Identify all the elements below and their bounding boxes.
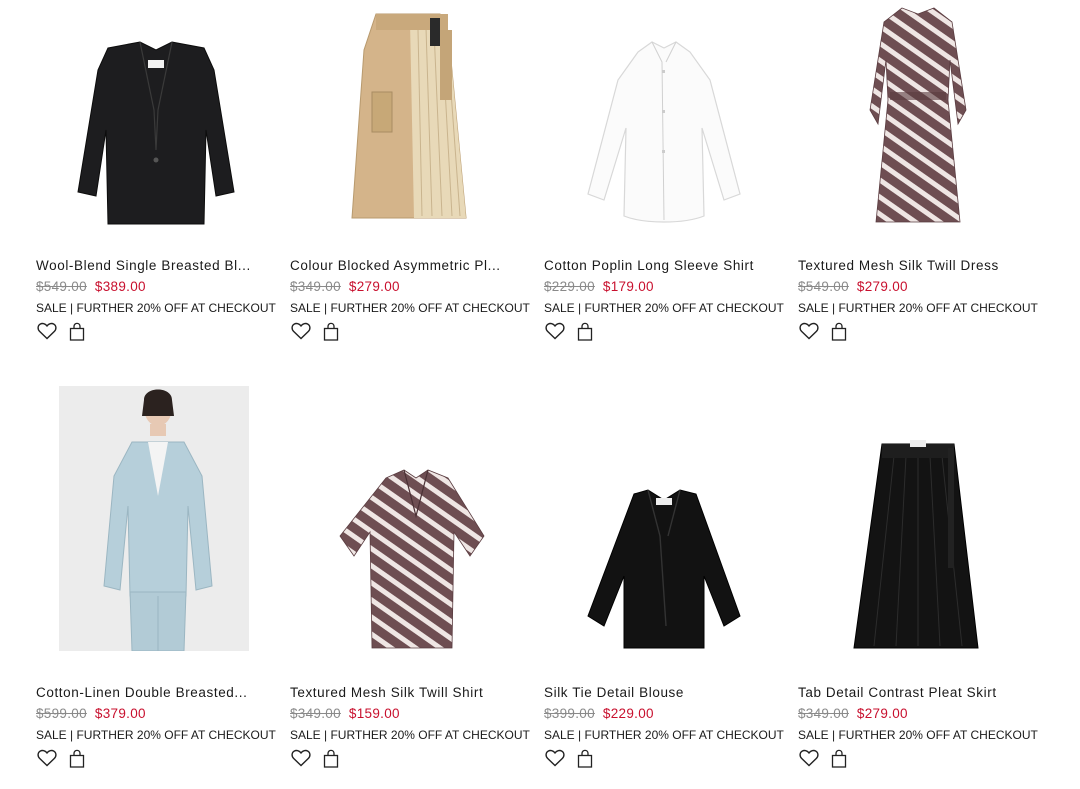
heart-icon[interactable]: [290, 747, 312, 769]
promo-text: SALE | FURTHER 20% OFF AT CHECKOUT: [798, 728, 1038, 742]
original-price: $549.00: [798, 279, 849, 294]
promo-text: SALE | FURTHER 20% OFF AT CHECKOUT: [544, 301, 784, 315]
product-image[interactable]: [36, 0, 276, 240]
heart-icon[interactable]: [544, 747, 566, 769]
product-image[interactable]: [36, 386, 276, 651]
product-name[interactable]: Cotton-Linen Double Breasted...: [36, 685, 272, 700]
product-image[interactable]: [798, 386, 1038, 651]
shopping-bag-icon[interactable]: [66, 320, 88, 342]
product-name[interactable]: Cotton Poplin Long Sleeve Shirt: [544, 258, 780, 273]
product-image[interactable]: [290, 0, 530, 240]
original-price: $349.00: [290, 706, 341, 721]
original-price: $349.00: [290, 279, 341, 294]
shopping-bag-icon[interactable]: [320, 747, 342, 769]
heart-icon[interactable]: [290, 320, 312, 342]
shopping-bag-icon[interactable]: [574, 747, 596, 769]
sale-price: $229.00: [602, 706, 654, 721]
promo-text: SALE | FURTHER 20% OFF AT CHECKOUT: [36, 301, 276, 315]
promo-text: SALE | FURTHER 20% OFF AT CHECKOUT: [36, 728, 276, 742]
original-price: $549.00: [36, 279, 87, 294]
product-image[interactable]: [544, 0, 784, 240]
sale-price: $379.00: [94, 706, 146, 721]
product-image[interactable]: [290, 386, 530, 651]
product-name[interactable]: Textured Mesh Silk Twill Dress: [798, 258, 1034, 273]
sale-price: $179.00: [602, 279, 654, 294]
original-price: $349.00: [798, 706, 849, 721]
product-name[interactable]: Tab Detail Contrast Pleat Skirt: [798, 685, 1034, 700]
shopping-bag-icon[interactable]: [574, 320, 596, 342]
heart-icon[interactable]: [798, 320, 820, 342]
promo-text: SALE | FURTHER 20% OFF AT CHECKOUT: [544, 728, 784, 742]
promo-text: SALE | FURTHER 20% OFF AT CHECKOUT: [798, 301, 1038, 315]
product-name[interactable]: Wool-Blend Single Breasted Bl...: [36, 258, 272, 273]
original-price: $399.00: [544, 706, 595, 721]
original-price: $599.00: [36, 706, 87, 721]
product-name[interactable]: Colour Blocked Asymmetric Pl...: [290, 258, 526, 273]
heart-icon[interactable]: [544, 320, 566, 342]
sale-price: $279.00: [348, 279, 400, 294]
promo-text: SALE | FURTHER 20% OFF AT CHECKOUT: [290, 301, 530, 315]
product-image[interactable]: [798, 0, 1038, 240]
shopping-bag-icon[interactable]: [828, 320, 850, 342]
heart-icon[interactable]: [36, 320, 58, 342]
sale-price: $159.00: [348, 706, 400, 721]
product-grid: Wool-Blend Single Breasted Bl... $549.00…: [0, 0, 1080, 789]
product-name[interactable]: Textured Mesh Silk Twill Shirt: [290, 685, 526, 700]
shopping-bag-icon[interactable]: [828, 747, 850, 769]
shopping-bag-icon[interactable]: [320, 320, 342, 342]
sale-price: $279.00: [856, 706, 908, 721]
heart-icon[interactable]: [798, 747, 820, 769]
sale-price: $279.00: [856, 279, 908, 294]
promo-text: SALE | FURTHER 20% OFF AT CHECKOUT: [290, 728, 530, 742]
original-price: $229.00: [544, 279, 595, 294]
product-image[interactable]: [544, 386, 784, 651]
heart-icon[interactable]: [36, 747, 58, 769]
sale-price: $389.00: [94, 279, 146, 294]
product-name[interactable]: Silk Tie Detail Blouse: [544, 685, 780, 700]
shopping-bag-icon[interactable]: [66, 747, 88, 769]
